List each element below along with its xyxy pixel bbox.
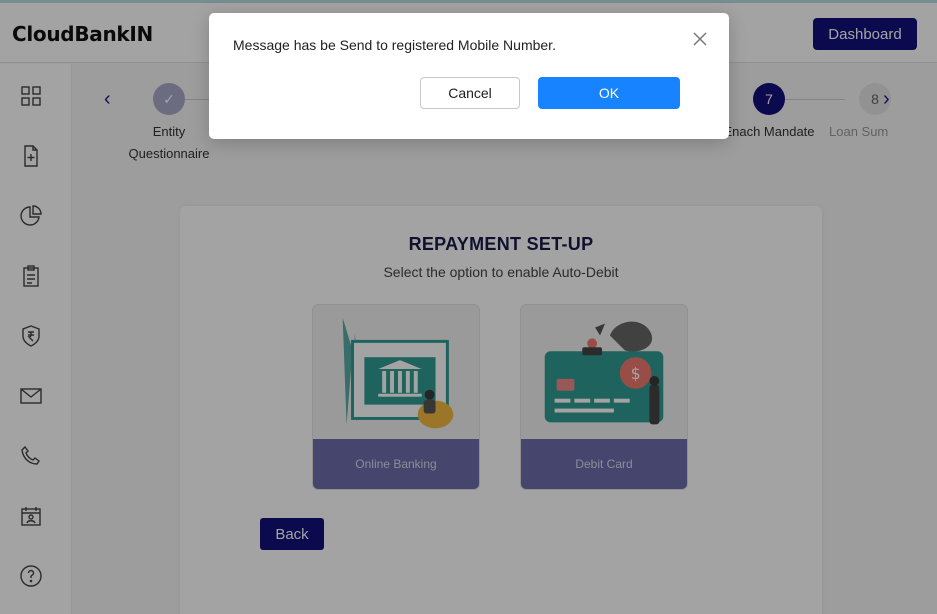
cancel-button[interactable]: Cancel [420,77,520,109]
close-icon[interactable] [691,30,711,50]
ok-button[interactable]: OK [538,77,680,109]
message-dialog: Message has be Send to registered Mobile… [209,13,729,139]
dialog-message: Message has be Send to registered Mobile… [233,37,556,53]
